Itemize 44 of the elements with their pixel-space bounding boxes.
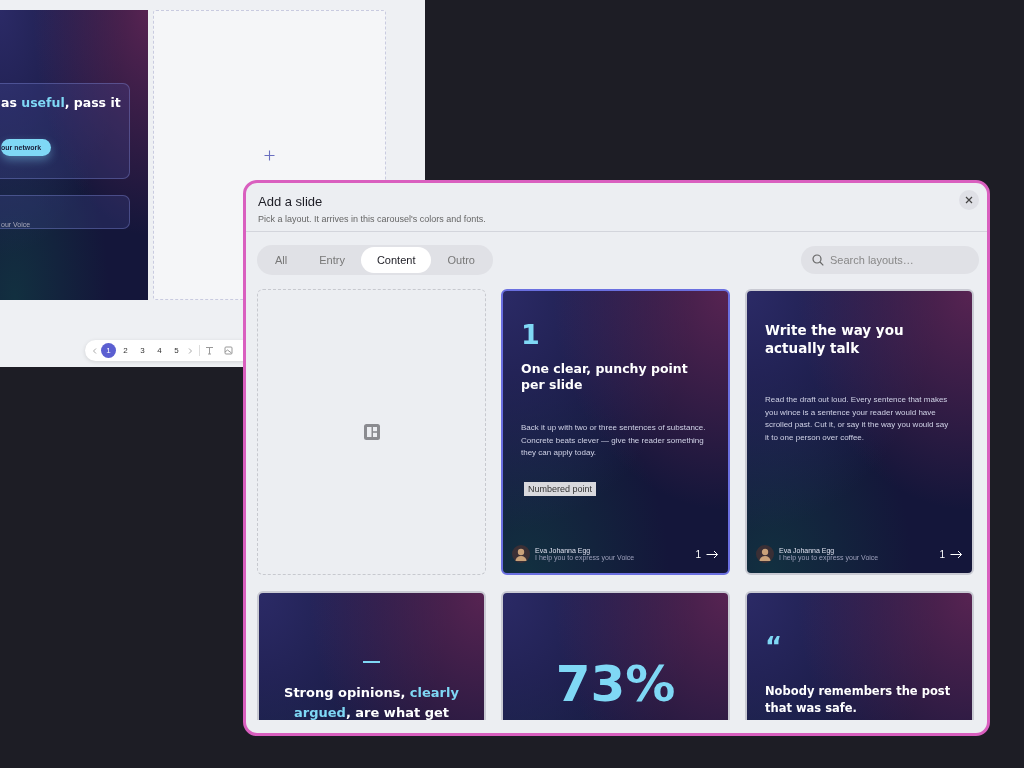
filter-tab[interactable]: Entry xyxy=(303,247,361,273)
layout-card[interactable] xyxy=(501,289,730,575)
dialog-title: Add a slide xyxy=(258,194,323,209)
layout-card[interactable]: Strong opinions, clearly argued, are what get xyxy=(257,591,486,720)
search-field[interactable]: Search layouts… xyxy=(801,246,979,274)
slide-title: One clear, punchy point per slide xyxy=(521,361,689,393)
close-button[interactable] xyxy=(959,190,979,210)
layout-card[interactable] xyxy=(745,289,974,575)
filter-tab[interactable]: All xyxy=(259,247,304,273)
layout-card[interactable]: “ Nobody remembers the post that was safe. xyxy=(745,591,974,720)
layout-card[interactable]: 73% xyxy=(501,591,730,720)
quote-mark: “ xyxy=(765,637,784,657)
page-button[interactable]: 4 xyxy=(152,343,167,358)
point-number: 1 xyxy=(521,319,541,350)
dialog-subtitle: Pick a layout. It arrives in this carousel's colors and fonts. xyxy=(258,214,487,224)
accent-line xyxy=(363,661,380,663)
chevron-right-icon[interactable] xyxy=(186,346,194,355)
slide-body: Read the draft out loud. Every sentence that makes you wince is a sentence your reader would have scrolled past. Cut it, or say it the way you would say it to one person over coffee. xyxy=(765,394,950,444)
page-button[interactable]: 3 xyxy=(135,343,150,358)
text-icon[interactable] xyxy=(205,346,214,355)
slide-title: Nobody remembers the post that was safe. xyxy=(765,683,952,717)
layout-icon xyxy=(362,423,381,441)
chevron-left-icon[interactable] xyxy=(91,346,99,355)
slide-body: Back it up with two or three sentences of substance. Concrete beats clever — give the reader something they can apply today. xyxy=(521,422,707,459)
slide-headline: as useful, pass it xyxy=(1,95,121,110)
arrow-right-icon xyxy=(706,549,719,559)
arrow-right-icon xyxy=(950,549,963,559)
avatar-icon xyxy=(756,545,774,563)
avatar-icon xyxy=(512,545,530,563)
search-icon xyxy=(812,254,824,266)
close-icon xyxy=(965,196,973,204)
plus-icon[interactable] xyxy=(264,149,275,161)
filter-tab[interactable]: Content xyxy=(360,247,432,273)
page-button[interactable]: 1 xyxy=(101,343,116,358)
page-number: 1 xyxy=(939,548,945,560)
layout-tag: Numbered point xyxy=(524,481,597,496)
page-button[interactable]: 2 xyxy=(118,343,133,358)
slide-title: Strong opinions, clearly argued, are what get xyxy=(283,684,460,720)
slide-title: Write the way you actually talk xyxy=(765,321,905,357)
stat-value: 73% xyxy=(555,655,676,713)
filter-tab[interactable]: Outro xyxy=(431,247,491,273)
page-number: 1 xyxy=(695,548,701,560)
page-button[interactable]: 5 xyxy=(169,343,184,358)
image-icon[interactable] xyxy=(224,346,233,355)
